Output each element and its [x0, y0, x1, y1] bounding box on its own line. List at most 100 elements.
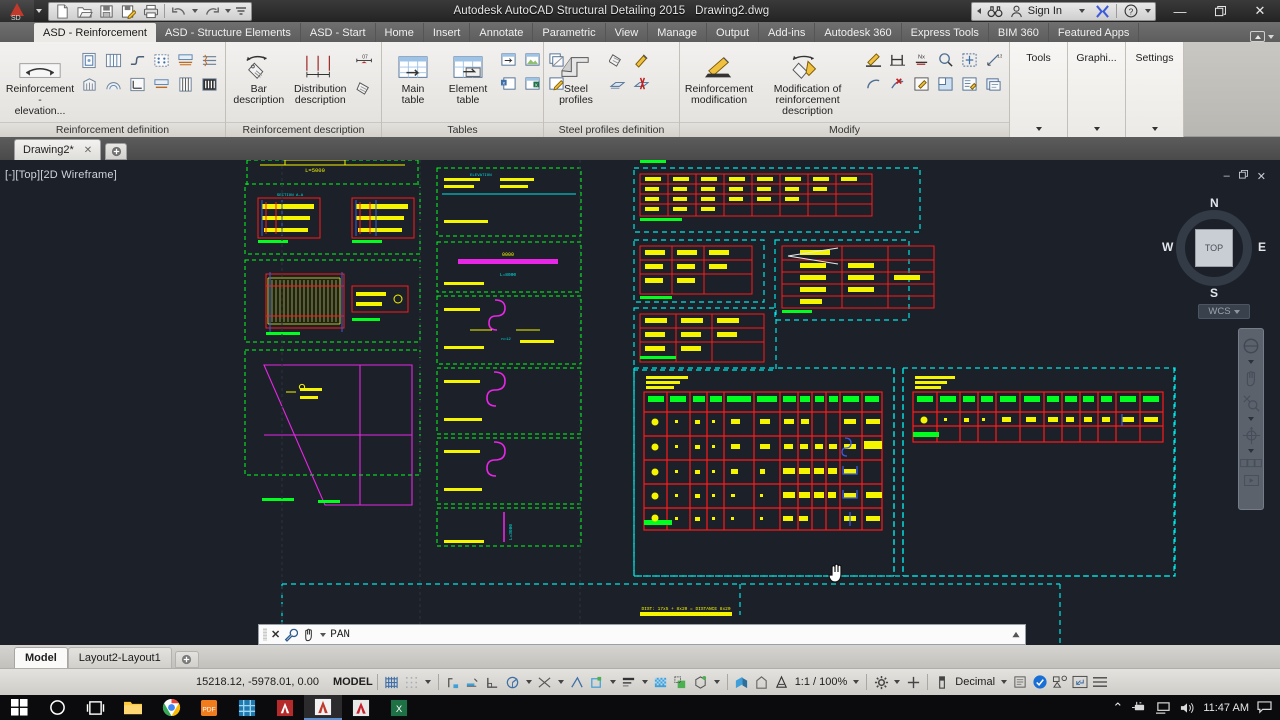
command-expand-icon[interactable]	[1011, 631, 1021, 639]
close-icon[interactable]: ✕	[84, 145, 92, 156]
infer-constraints-icon[interactable]	[443, 671, 463, 693]
object-snap-tracking-icon[interactable]	[587, 671, 607, 693]
ribbon-tab-add-ins[interactable]: Add-ins	[759, 23, 816, 42]
ribbon-tab-asd-start[interactable]: ASD - Start	[301, 23, 376, 42]
notification-icon[interactable]	[1257, 701, 1272, 714]
customize-qat-icon[interactable]	[234, 3, 248, 20]
wcs-chevron-down-icon[interactable]	[1233, 309, 1240, 314]
command-history-chevron-icon[interactable]	[320, 632, 327, 637]
annotation-scale-chevron-icon[interactable]	[850, 671, 862, 693]
zoom-chevron-icon[interactable]	[1248, 417, 1254, 421]
pdf-app-button[interactable]: PDF	[190, 695, 228, 720]
clean-screen-toggle-icon[interactable]	[1030, 671, 1050, 693]
model-space-button[interactable]: MODEL	[333, 676, 373, 688]
steel-profiles-button[interactable]: Steel profiles	[549, 46, 603, 106]
workspace-chevron-icon[interactable]	[891, 671, 903, 693]
profile-modify-icon[interactable]	[630, 49, 652, 71]
file-tab-drawing2[interactable]: Drawing2* ✕	[14, 139, 102, 160]
units-value[interactable]: Decimal	[952, 676, 998, 688]
wall-reinforcement-icon[interactable]	[78, 73, 100, 95]
length-modify-icon[interactable]	[886, 49, 908, 71]
layer-manage-icon[interactable]	[982, 73, 1004, 95]
polar-tracking-chevron-icon[interactable]	[523, 671, 535, 693]
file-explorer-button[interactable]	[114, 695, 152, 720]
viewport-restore-button[interactable]	[1238, 170, 1248, 183]
viewport-close-button[interactable]: ✕	[1257, 170, 1266, 183]
ribbon-tab-home[interactable]: Home	[376, 23, 424, 42]
view-cube-top-face[interactable]: TOP	[1195, 229, 1233, 267]
autoscale-icon[interactable]	[752, 671, 772, 693]
ribbon-tab-bim-360[interactable]: BIM 360	[989, 23, 1049, 42]
mesh-reinforcement-icon[interactable]	[198, 49, 220, 71]
ribbon-tab-manage[interactable]: Manage	[648, 23, 708, 42]
dynamic-input-icon[interactable]	[463, 671, 483, 693]
area-reinforcement-icon[interactable]	[150, 49, 172, 71]
ribbon-collapse-icon[interactable]	[1250, 31, 1265, 42]
chrome-button[interactable]	[152, 695, 190, 720]
bar-description-button[interactable]: Bar description	[231, 46, 287, 106]
autocad-structural-detailing-button[interactable]	[304, 695, 342, 720]
annotation-scale-value[interactable]: 1:1 / 100%	[792, 676, 851, 688]
bars-distribution-icon[interactable]	[102, 49, 124, 71]
pan-hand-icon[interactable]	[1240, 367, 1262, 389]
grid-display-icon[interactable]	[382, 671, 402, 693]
printer-icon[interactable]	[140, 3, 161, 20]
volume-icon[interactable]	[1179, 701, 1195, 715]
viewport-controls-label[interactable]: [-][Top][2D Wireframe]	[5, 169, 117, 181]
customization-icon[interactable]	[1090, 671, 1110, 693]
save-disk-icon[interactable]	[96, 3, 117, 20]
element-table-button[interactable]: Element table	[442, 46, 494, 106]
wcs-selector[interactable]: WCS	[1198, 304, 1250, 319]
table-insert-icon[interactable]	[497, 49, 519, 71]
clock-display[interactable]: 11:47 AM	[1203, 702, 1249, 714]
reinforcement-elevation-button[interactable]: Reinforcement - elevation...	[5, 46, 75, 117]
user-account-icon[interactable]	[1009, 3, 1025, 20]
application-menu-button[interactable]: SD	[0, 0, 34, 22]
view-cube-west-label[interactable]: W	[1162, 240, 1173, 254]
transparency-icon[interactable]	[651, 671, 671, 693]
table-image-icon[interactable]	[521, 49, 543, 71]
restore-window-button[interactable]	[1200, 0, 1240, 22]
table-excel-icon[interactable]: X	[521, 73, 543, 95]
arch-reinforcement-icon[interactable]	[102, 73, 124, 95]
lineweight-icon[interactable]	[619, 671, 639, 693]
hardware-acceleration-icon[interactable]	[903, 671, 923, 693]
excel-button[interactable]: X	[380, 695, 418, 720]
undo-arrow-icon[interactable]	[168, 3, 189, 20]
clean-screen-icon[interactable]	[1070, 671, 1090, 693]
surface-reinforcement-icon[interactable]	[174, 49, 196, 71]
quick-properties-icon[interactable]	[1010, 671, 1030, 693]
split-icon[interactable]	[934, 73, 956, 95]
table-export-icon[interactable]: x	[497, 73, 519, 95]
navigation-bar[interactable]	[1238, 328, 1264, 510]
open-folder-icon[interactable]	[74, 3, 95, 20]
ribbon-tab-parametric[interactable]: Parametric	[533, 23, 606, 42]
application-menu-chevron-icon[interactable]	[34, 0, 44, 22]
ribbon-tab-output[interactable]: Output	[707, 23, 760, 42]
infocenter-expand-icon[interactable]	[976, 8, 981, 14]
showmotion-play-icon[interactable]	[1240, 473, 1262, 487]
multi-description-icon[interactable]	[354, 77, 376, 99]
3d-object-snap-icon[interactable]	[567, 671, 587, 693]
isolate-objects-icon[interactable]	[932, 671, 952, 693]
ribbon-tab-annotate[interactable]: Annotate	[470, 23, 534, 42]
snap-mode-chevron-icon[interactable]	[422, 671, 434, 693]
view-cube-north-label[interactable]: N	[1210, 196, 1219, 210]
workspace-gear-icon[interactable]	[871, 671, 891, 693]
wrench-icon[interactable]	[284, 628, 299, 642]
selection-cycling-icon[interactable]	[671, 671, 691, 693]
profile-cut-icon[interactable]	[630, 73, 652, 95]
view-cube-east-label[interactable]: E	[1258, 240, 1266, 254]
sign-in-chevron-icon[interactable]	[1079, 9, 1085, 13]
display-icon[interactable]	[1155, 701, 1171, 715]
dimension-description-icon[interactable]: 07	[354, 49, 376, 71]
panel-graphics-collapsed[interactable]: Graphi...	[1068, 42, 1126, 137]
acrobat-reader-button[interactable]	[342, 695, 380, 720]
command-input-text[interactable]: PAN	[330, 629, 350, 641]
ribbon-options-chevron-icon[interactable]	[1268, 34, 1274, 39]
snap-mode-icon[interactable]	[402, 671, 422, 693]
arc-bar-icon[interactable]	[862, 73, 884, 95]
search-binoculars-icon[interactable]	[985, 3, 1006, 20]
viewport-minimize-button[interactable]: –	[1224, 170, 1230, 183]
annotation-scale-icon[interactable]	[772, 671, 792, 693]
